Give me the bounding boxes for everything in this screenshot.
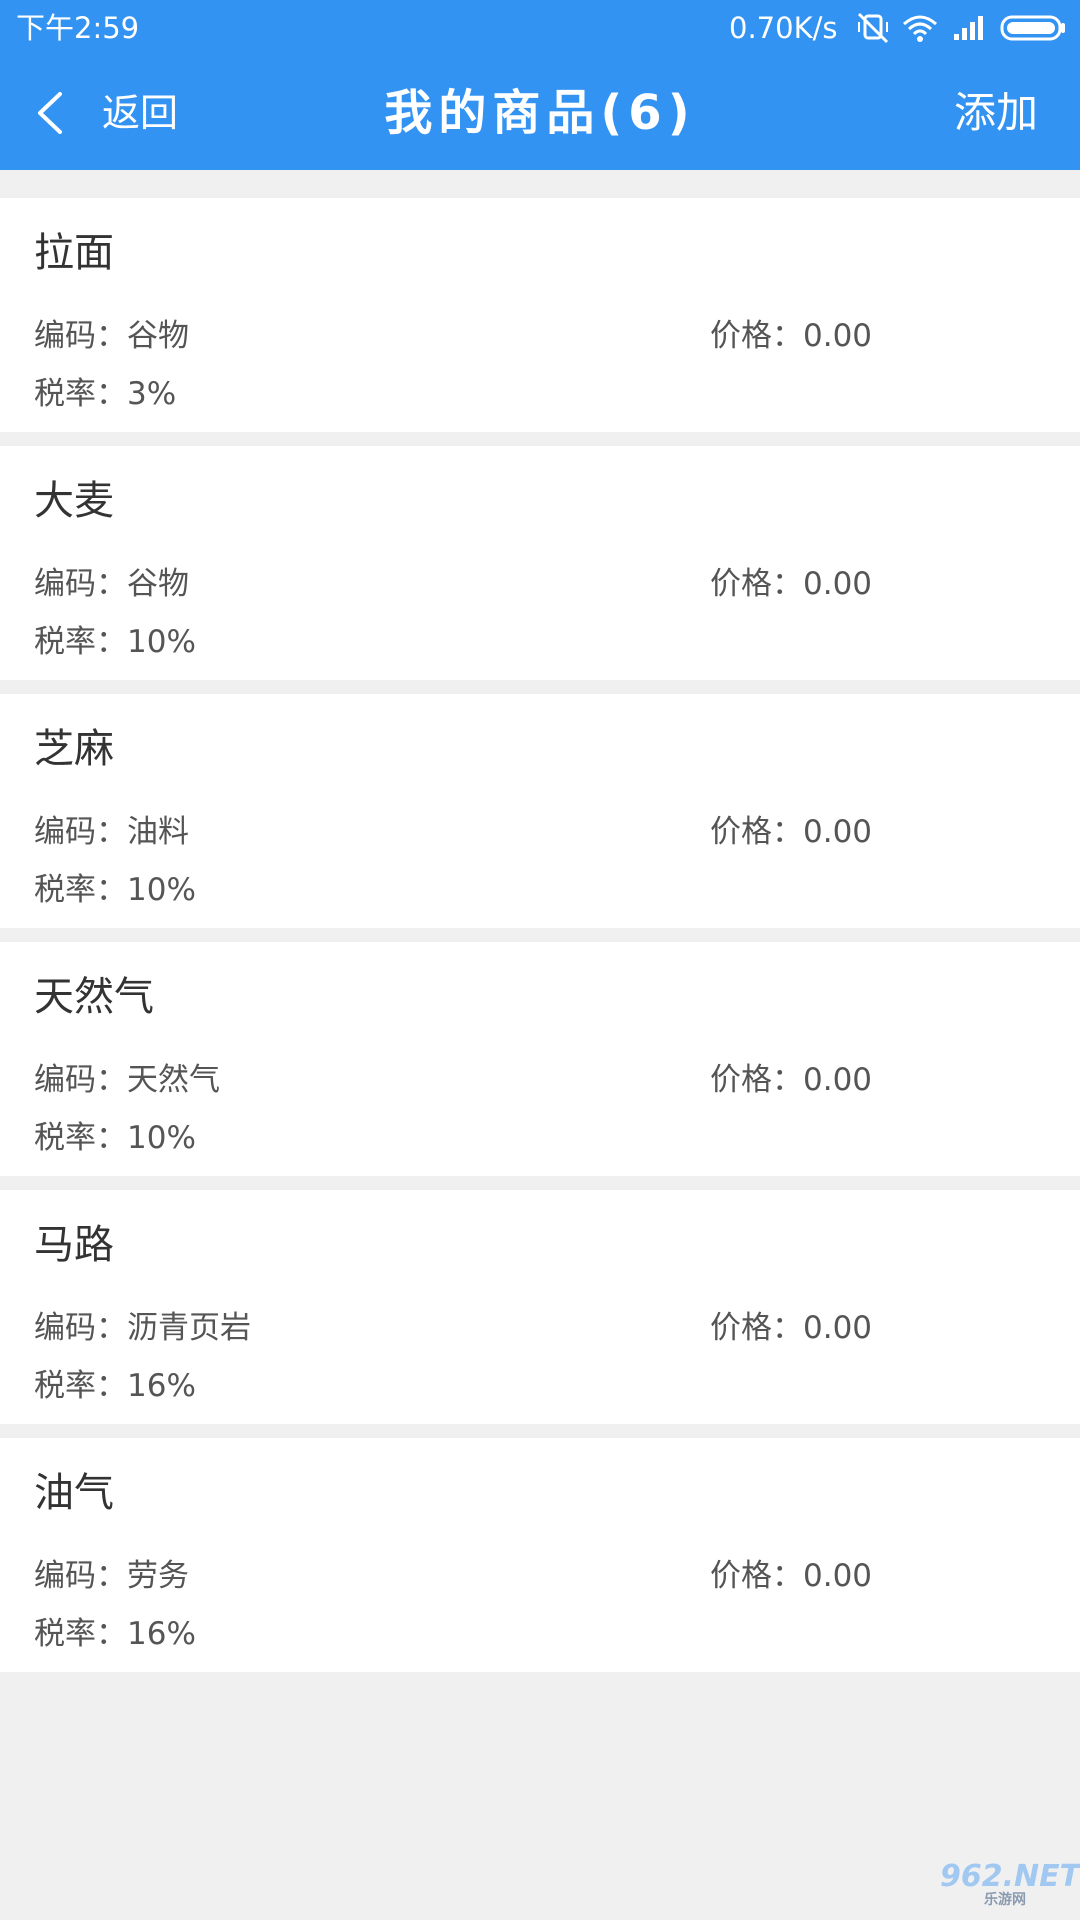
product-card[interactable]: 油气 编码：劳务 价格：0.00 税率：16% [0,1438,1080,1672]
product-price: 价格：0.00 [710,564,872,604]
tax-label: 税率： [34,624,127,660]
status-bar: 下午2:59 0.70K/s [0,0,1080,56]
watermark-sub: 乐游网 [984,1892,1026,1908]
price-label: 价格： [710,1310,803,1346]
code-value: 油料 [127,814,189,850]
product-tax: 税率：10% [34,870,196,910]
product-price: 价格：0.00 [710,316,872,356]
product-card[interactable]: 大麦 编码：谷物 价格：0.00 税率：10% [0,446,1080,680]
product-card[interactable]: 拉面 编码：谷物 价格：0.00 税率：3% [0,198,1080,432]
product-code: 编码：谷物 [34,564,189,604]
product-card[interactable]: 芝麻 编码：油料 价格：0.00 税率：10% [0,694,1080,928]
app-header: 下午2:59 0.70K/s 返回 我的商品(6) 添加 [0,0,1080,170]
tax-value: 10% [127,872,196,908]
price-value: 0.00 [803,318,873,354]
tax-label: 税率： [34,376,127,412]
price-label: 价格： [710,814,803,850]
code-label: 编码： [34,1310,127,1346]
price-value: 0.00 [803,1310,873,1346]
product-code: 编码：谷物 [34,316,189,356]
price-value: 0.00 [803,814,873,850]
tax-value: 10% [127,624,196,660]
product-card[interactable]: 天然气 编码：天然气 价格：0.00 税率：10% [0,942,1080,1176]
price-label: 价格： [710,1062,803,1098]
watermark-main: 962.NET [940,1859,1080,1894]
product-price: 价格：0.00 [710,1060,872,1100]
code-label: 编码： [34,318,127,354]
nav-bar: 返回 我的商品(6) 添加 [0,56,1080,170]
price-value: 0.00 [803,1558,873,1594]
code-label: 编码： [34,566,127,602]
product-name: 大麦 [34,478,114,524]
product-tax: 税率：10% [34,622,196,662]
product-tax: 税率：16% [34,1366,196,1406]
watermark-logo: 962.NET 乐游网 [940,1859,1080,1912]
product-tax: 税率：10% [34,1118,196,1158]
product-price: 价格：0.00 [710,1556,872,1596]
product-name: 拉面 [34,230,114,276]
product-tax: 税率：16% [34,1614,196,1654]
product-code: 编码：油料 [34,812,189,852]
product-code: 编码：沥青页岩 [34,1308,251,1348]
code-value: 谷物 [127,318,189,354]
code-value: 沥青页岩 [127,1310,251,1346]
price-label: 价格： [710,566,803,602]
network-speed: 0.70K/s [729,11,838,45]
product-code: 编码：天然气 [34,1060,220,1100]
product-tax: 税率：3% [34,374,176,414]
code-label: 编码： [34,1062,127,1098]
code-label: 编码： [34,814,127,850]
page-title: 我的商品(6) [384,85,696,141]
tax-value: 16% [127,1616,196,1652]
price-label: 价格： [710,318,803,354]
product-name: 天然气 [34,974,154,1020]
tax-label: 税率： [34,1616,127,1652]
product-price: 价格：0.00 [710,1308,872,1348]
product-code: 编码：劳务 [34,1556,189,1596]
product-list: 拉面 编码：谷物 价格：0.00 税率：3% 大麦 编码：谷物 价格：0.00 … [0,198,1080,1686]
status-time: 下午2:59 [16,11,140,45]
tax-label: 税率： [34,1120,127,1156]
tax-value: 10% [127,1120,196,1156]
product-price: 价格：0.00 [710,812,872,852]
code-label: 编码： [34,1558,127,1594]
tax-value: 3% [127,376,177,412]
tax-value: 16% [127,1368,196,1404]
code-value: 谷物 [127,566,189,602]
tax-label: 税率： [34,872,127,908]
chevron-left-icon [38,92,62,134]
back-label: 返回 [102,91,179,135]
price-label: 价格： [710,1558,803,1594]
product-name: 芝麻 [34,726,114,772]
price-value: 0.00 [803,566,873,602]
add-button[interactable]: 添加 [954,76,1038,150]
code-value: 天然气 [127,1062,220,1098]
product-name: 马路 [34,1222,114,1268]
product-name: 油气 [34,1470,114,1516]
price-value: 0.00 [803,1062,873,1098]
tax-label: 税率： [34,1368,127,1404]
code-value: 劳务 [127,1558,189,1594]
product-card[interactable]: 马路 编码：沥青页岩 价格：0.00 税率：16% [0,1190,1080,1424]
